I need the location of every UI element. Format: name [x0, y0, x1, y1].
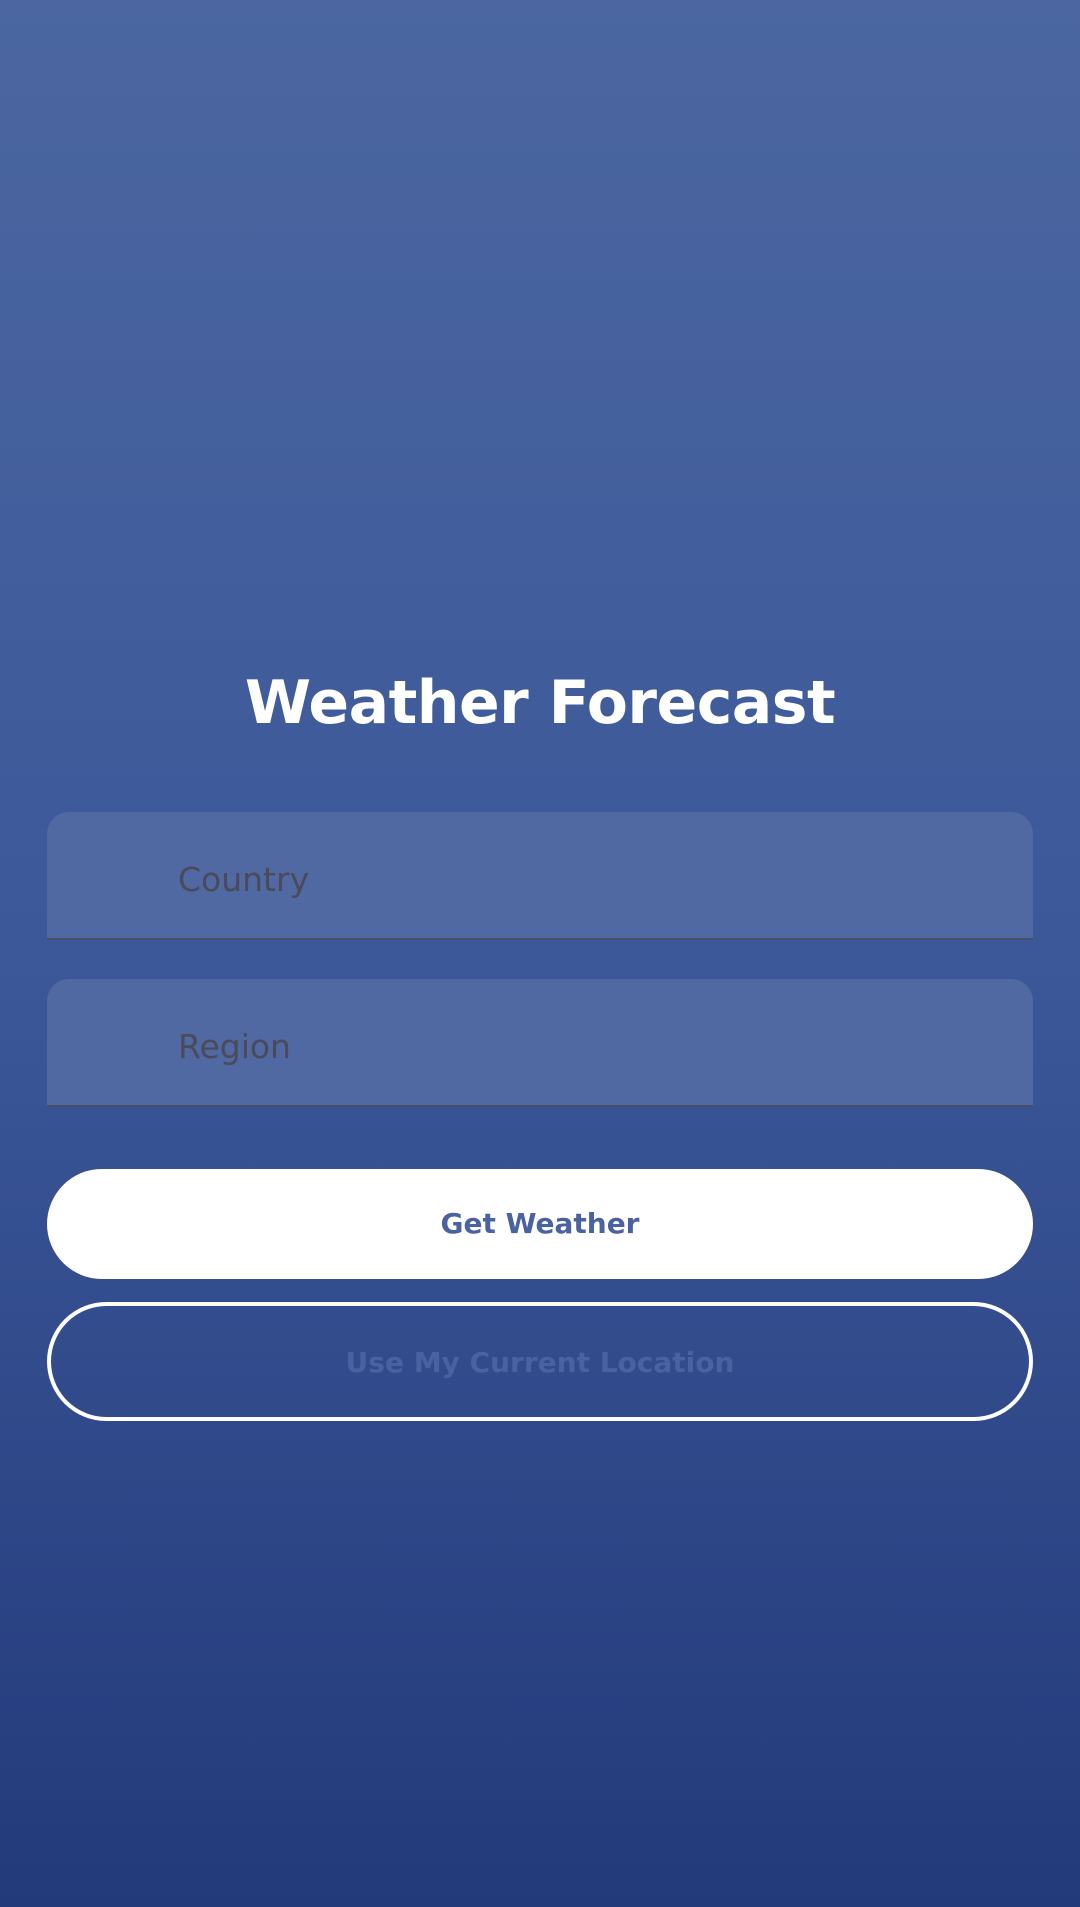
use-current-location-button[interactable]: Use My Current Location — [47, 1302, 1033, 1421]
region-field[interactable]: Region — [47, 979, 1033, 1107]
country-field[interactable]: Country — [47, 812, 1033, 940]
page-title: Weather Forecast — [244, 668, 836, 738]
country-placeholder: Country — [178, 860, 310, 899]
region-placeholder: Region — [178, 1027, 291, 1066]
get-weather-button[interactable]: Get Weather — [47, 1169, 1033, 1279]
